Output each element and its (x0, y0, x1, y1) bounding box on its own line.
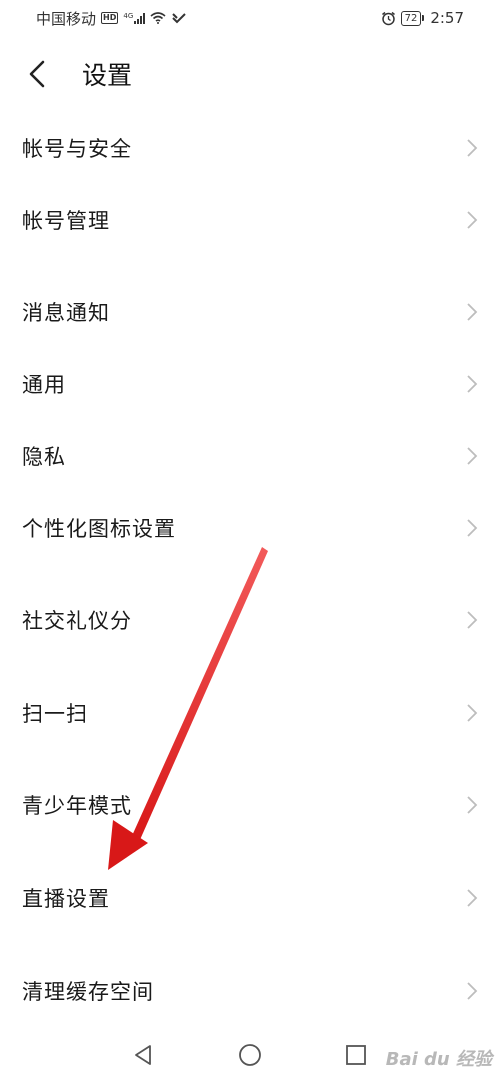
signal-icon: 4G (123, 12, 146, 24)
chevron-right-icon (467, 303, 478, 321)
settings-item-scan[interactable]: 扫一扫 (0, 677, 500, 749)
chevron-right-icon (467, 519, 478, 537)
settings-item-live-settings[interactable]: 直播设置 (0, 862, 500, 934)
chevron-right-icon (467, 611, 478, 629)
settings-item-custom-icon[interactable]: 个性化图标设置 (0, 492, 500, 564)
settings-item-privacy[interactable]: 隐私 (0, 420, 500, 492)
settings-item-notifications[interactable]: 消息通知 (0, 276, 500, 348)
chevron-right-icon (467, 375, 478, 393)
network-label: 4G (123, 12, 134, 20)
chevron-right-icon (467, 139, 478, 157)
chevron-left-icon (29, 60, 45, 88)
battery-level: 72 (404, 12, 418, 24)
wifi-icon (150, 12, 166, 24)
watermark: Bai du 经验 (385, 1049, 492, 1070)
settings-item-label: 个性化图标设置 (22, 517, 176, 541)
settings-item-label: 帐号管理 (22, 209, 110, 233)
status-bar: 中国移动 HD 4G 72 2:57 (0, 0, 500, 36)
back-button[interactable] (22, 54, 52, 94)
chevron-right-icon (467, 447, 478, 465)
settings-item-label: 通用 (22, 373, 66, 397)
data-saver-icon (172, 13, 186, 24)
hd-badge: HD (101, 12, 119, 24)
settings-item-label: 消息通知 (22, 301, 110, 325)
chevron-right-icon (467, 889, 478, 907)
settings-item-teen-mode[interactable]: 青少年模式 (0, 769, 500, 841)
carrier-label: 中国移动 (36, 9, 97, 28)
circle-home-icon (239, 1044, 261, 1066)
nav-home-button[interactable] (236, 1041, 264, 1069)
chevron-right-icon (467, 796, 478, 814)
nav-recent-button[interactable] (342, 1041, 370, 1069)
settings-item-label: 隐私 (22, 445, 66, 469)
settings-item-clear-cache[interactable]: 清理缓存空间 (0, 955, 500, 1027)
settings-item-social-etiquette[interactable]: 社交礼仪分 (0, 584, 500, 656)
chevron-right-icon (467, 704, 478, 722)
system-nav-bar: Bai du 经验 (0, 1028, 500, 1083)
settings-item-account-security[interactable]: 帐号与安全 (0, 112, 500, 184)
status-left: 中国移动 HD 4G (36, 8, 187, 29)
settings-item-label: 直播设置 (22, 887, 110, 911)
page-header: 设置 (0, 42, 500, 106)
square-recent-icon (346, 1045, 366, 1065)
page-title: 设置 (82, 61, 133, 90)
triangle-back-icon (135, 1045, 151, 1065)
settings-item-account-management[interactable]: 帐号管理 (0, 184, 500, 256)
settings-item-label: 帐号与安全 (22, 137, 132, 161)
chevron-right-icon (467, 211, 478, 229)
settings-item-general[interactable]: 通用 (0, 348, 500, 420)
alarm-icon (381, 11, 395, 25)
settings-item-label: 青少年模式 (22, 794, 132, 818)
clock: 2:57 (430, 9, 464, 27)
chevron-right-icon (467, 982, 478, 1000)
status-right: 72 2:57 (381, 9, 464, 27)
settings-item-label: 清理缓存空间 (22, 980, 154, 1004)
battery-indicator: 72 (400, 10, 425, 26)
nav-back-button[interactable] (129, 1041, 157, 1069)
settings-item-label: 社交礼仪分 (22, 609, 132, 633)
settings-item-label: 扫一扫 (22, 702, 88, 726)
